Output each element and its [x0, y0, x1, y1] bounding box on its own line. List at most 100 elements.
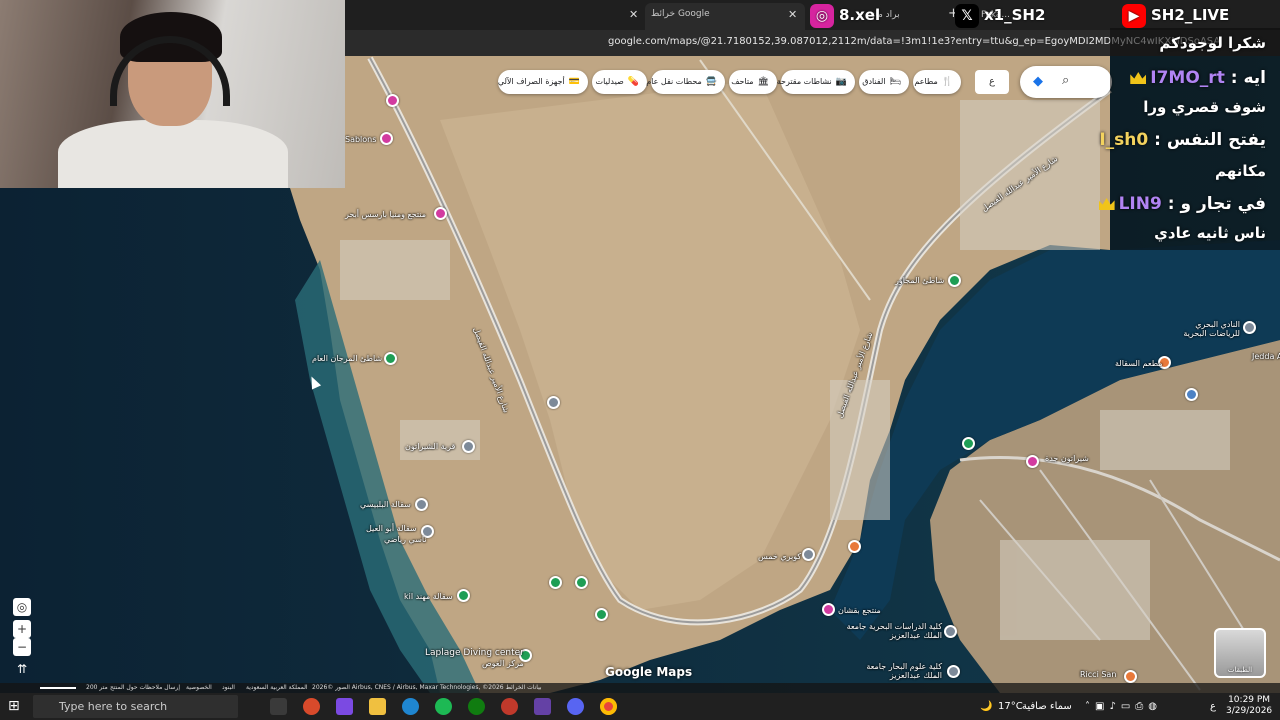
place-label[interactable]: مطعم السقالة	[1115, 359, 1163, 368]
system-tray-icons[interactable]: ˄▣♪▭⎙◍	[1085, 693, 1162, 720]
place-label[interactable]: سقالة مهند kil	[404, 592, 453, 601]
close-tab-icon[interactable]: ✕	[629, 8, 638, 21]
windows-start-icon[interactable]: ⊞	[8, 698, 25, 715]
my-location-icon[interactable]: ◎	[13, 598, 31, 616]
club-pin-icon[interactable]	[1243, 321, 1256, 334]
place-label[interactable]: كلية علوم البحار جامعة الملك عبدالعزيز	[852, 662, 942, 680]
file-explorer-icon[interactable]	[369, 698, 386, 715]
place-pin-icon[interactable]	[547, 396, 560, 409]
feedback-link[interactable]: إرسال ملاحظات حول المنتج	[110, 683, 180, 693]
chip-activities[interactable]: 📷نشاطات مقترحة	[777, 70, 855, 94]
place-label[interactable]: قرية الشيراتون	[405, 442, 455, 451]
place-label[interactable]: كلية الدراسات البحرية جامعة الملك عبدالع…	[832, 622, 942, 640]
beach-pin-icon[interactable]	[575, 576, 588, 589]
edge-icon[interactable]	[402, 698, 419, 715]
place-label[interactable]: منتجع ومنيا بارسس أبحر	[345, 210, 426, 219]
chat-text: يفتح النفس	[1166, 130, 1266, 150]
close-tab-icon[interactable]: ✕	[788, 8, 797, 21]
handle-text: x1_SH2	[984, 6, 1046, 24]
directions-icon[interactable]: ◆	[1030, 74, 1046, 90]
place-pin-icon[interactable]	[802, 548, 815, 561]
place-label[interactable]: سقالة البلبيسي	[360, 500, 411, 509]
taskbar-search[interactable]: Type here to search	[33, 695, 238, 718]
chip-hotels[interactable]: 🛏الفنادق	[859, 70, 909, 94]
google-maps-logo: Google Maps	[605, 665, 693, 679]
chip-transit[interactable]: 🚍محطات نقل عام	[646, 70, 725, 94]
privacy-link[interactable]: الخصوصية	[186, 683, 212, 693]
instagram-handle: ◎ 8.xel	[810, 2, 880, 28]
place-label[interactable]: Ricci San	[1080, 670, 1116, 679]
language-button[interactable]: ع	[975, 70, 1009, 94]
beach-pin-icon[interactable]	[549, 576, 562, 589]
beach-pin-icon[interactable]	[595, 608, 608, 621]
layers-button[interactable]: الطبقات	[1214, 628, 1266, 678]
university-pin-icon[interactable]	[944, 625, 957, 638]
hotel-pin-icon[interactable]	[1026, 455, 1039, 468]
chip-label: مطاعم	[914, 77, 938, 86]
chat-line: مكانهم	[1215, 162, 1266, 180]
expand-icon[interactable]: ⇈	[13, 660, 31, 678]
restaurant-pin-icon[interactable]	[848, 540, 861, 553]
search-icon[interactable]: ⌕	[1062, 73, 1078, 89]
tab-label: خرائط Google	[651, 9, 710, 19]
youtube-icon: ▶	[1122, 3, 1146, 28]
xbox-icon[interactable]	[468, 698, 485, 715]
place-label[interactable]: شاطئ المرجان العام	[312, 354, 382, 363]
task-view-icon[interactable]	[270, 698, 287, 715]
imagery-credit: الصور ©2026 Airbus, CNES / Airbus, Maxar…	[312, 684, 542, 691]
zoom-out-button[interactable]: −	[13, 638, 31, 656]
beach-pin-icon[interactable]	[384, 352, 397, 365]
chip-museums[interactable]: 🏛متاحف	[729, 70, 777, 94]
pier-pin-icon[interactable]	[415, 498, 428, 511]
media-player-icon[interactable]	[336, 698, 353, 715]
chip-atms[interactable]: 💳أجهزة الصراف الآلي	[498, 70, 588, 94]
chat-username: LIN9	[1118, 194, 1162, 214]
region-label: المملكة العربية السعودية	[246, 684, 308, 691]
app-icon[interactable]	[534, 698, 551, 715]
place-label[interactable]: النادي البحري للرياضات البحرية	[1180, 320, 1240, 338]
place-label[interactable]: Jedda Arabia	[1252, 352, 1280, 361]
pier-pin-icon[interactable]	[457, 589, 470, 602]
chip-pharmacies[interactable]: 💊صيدليات	[592, 70, 647, 94]
place-label[interactable]: شاطئ المجاور	[895, 276, 944, 285]
input-language[interactable]: ع	[1210, 693, 1216, 720]
resort-pin-icon[interactable]	[434, 207, 447, 220]
clock-date: 3/29/2026	[1226, 706, 1273, 716]
place-pin-icon[interactable]	[462, 440, 475, 453]
clock-time: 10:29 PM	[1228, 695, 1271, 705]
place-label[interactable]: شيراتون جدة	[1045, 454, 1089, 463]
university-pin-icon[interactable]	[947, 665, 960, 678]
terms-link[interactable]: البنود	[222, 683, 235, 693]
webcam-feed	[0, 0, 345, 188]
place-label[interactable]: كوبري خمس	[758, 552, 801, 561]
app-icon[interactable]	[501, 698, 518, 715]
resort-pin-icon[interactable]	[386, 94, 399, 107]
clock[interactable]: 10:29 PM 3/29/2026	[1226, 695, 1272, 717]
chip-label: الفنادق	[862, 77, 886, 86]
weather-icon[interactable]: 🌙	[980, 693, 992, 720]
restaurant-pin-icon[interactable]	[1124, 670, 1137, 683]
beach-pin-icon[interactable]	[962, 437, 975, 450]
chat-text: ايه	[1243, 68, 1266, 88]
tab-google-maps[interactable]: خرائط Google	[645, 3, 805, 30]
place-label[interactable]: منتجع بقشان	[838, 606, 881, 615]
x-handle: 𝕏x1_SH2	[955, 2, 1045, 28]
place-label[interactable]: Sablons	[345, 135, 376, 144]
weather-desc[interactable]: سماء صافية	[1022, 693, 1072, 720]
chrome-icon[interactable]	[600, 698, 617, 715]
place-label[interactable]: Laplage Diving center	[425, 648, 524, 658]
beach-pin-icon[interactable]	[948, 274, 961, 287]
resort-pin-icon[interactable]	[380, 132, 393, 145]
spotify-icon[interactable]	[435, 698, 452, 715]
zoom-in-button[interactable]: +	[13, 620, 31, 638]
chip-restaurants[interactable]: 🍴مطاعم	[913, 70, 961, 94]
discord-icon[interactable]	[567, 698, 584, 715]
place-label[interactable]: ناسي رياضي	[384, 535, 427, 544]
place-label[interactable]: مركز الغوص	[482, 659, 524, 668]
place-label[interactable]: سقالة أبو العيل	[366, 524, 417, 533]
weather-temp[interactable]: 17°C	[998, 693, 1023, 720]
copilot-icon[interactable]	[303, 698, 320, 715]
place-pin-icon[interactable]	[1185, 388, 1198, 401]
resort-pin-icon[interactable]	[822, 603, 835, 616]
chip-label: متاحف	[731, 77, 754, 86]
